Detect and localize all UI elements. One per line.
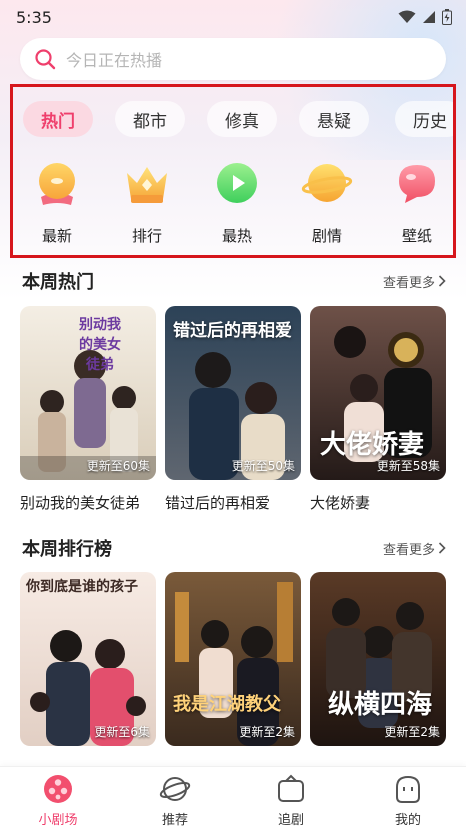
poster-title-text: 错过后的再相爱 [173, 321, 292, 341]
chevron-right-icon [438, 542, 446, 554]
status-time: 5:35 [16, 7, 52, 27]
search-placeholder: 今日正在热播 [66, 51, 163, 70]
drama-card[interactable]: 错过后的再相爱 更新至50集 错过后的再相爱 [165, 306, 301, 513]
drama-title: 大佬娇妻 [310, 494, 371, 512]
wifi-icon [398, 10, 416, 23]
tab-city[interactable]: 都市 [115, 101, 185, 137]
category-label: 排行 [131, 227, 162, 245]
category-label: 剧情 [311, 227, 342, 245]
tab-mystery[interactable]: 悬疑 [299, 101, 369, 137]
search-bar[interactable]: 今日正在热播 [20, 38, 446, 80]
status-icons [398, 9, 452, 25]
chevron-right-icon [438, 275, 446, 287]
play-icon [217, 163, 257, 203]
poster-title-text: 纵横四海 [328, 690, 433, 720]
category-drama[interactable]: 剧情 [292, 157, 362, 253]
nav-theater[interactable]: 小剧场 [18, 773, 98, 828]
category-shortcuts: 最新 排行 最热 剧情 壁纸 [13, 157, 453, 257]
weekly-rank-header: 本周排行榜 查看更多 [22, 535, 446, 561]
category-wallpaper[interactable]: 壁纸 [382, 157, 452, 253]
episode-badge: 更新至50集 [231, 459, 295, 473]
poster-title-text: 别动我的美女徒弟 [79, 317, 121, 373]
episode-badge: 更新至60集 [86, 459, 150, 473]
recommend-icon [159, 777, 191, 801]
tab-history[interactable]: 历史 [395, 101, 453, 137]
poster-image: 纵横四海 更新至2集 [310, 572, 446, 746]
poster-image: 错过后的再相爱 更新至50集 [165, 306, 301, 480]
crown-icon [127, 167, 167, 203]
battery-icon [442, 9, 452, 25]
drama-title: 错过后的再相爱 [165, 494, 271, 512]
episode-badge: 更新至6集 [94, 725, 150, 739]
category-label: 壁纸 [401, 227, 432, 245]
poster-title-text: 我是江湖教父 [173, 694, 281, 715]
profile-icon [396, 775, 420, 803]
nav-label: 我的 [394, 813, 421, 828]
category-newest[interactable]: 最新 [22, 157, 92, 253]
section-title: 本周热门 [22, 272, 94, 293]
nav-follow[interactable]: 追剧 [251, 773, 331, 828]
view-more-label: 查看更多 [382, 275, 435, 291]
signal-icon [423, 11, 435, 23]
category-label: 最热 [221, 227, 252, 245]
poster-image: 别动我的美女徒弟 更新至60集 [20, 306, 156, 480]
bottom-navigation: 小剧场 推荐 追剧 我的 [0, 766, 466, 830]
drama-card[interactable]: 我是江湖教父 更新至2集 [165, 572, 301, 746]
channel-panel: 热门 都市 修真 悬疑 历史 最新 排行 最热 剧情 壁纸 [10, 84, 456, 258]
nav-label: 小剧场 [38, 813, 78, 828]
theater-icon [44, 775, 72, 803]
drama-card[interactable]: 大佬娇妻 更新至58集 大佬娇妻 [310, 306, 446, 513]
planet-icon [301, 164, 353, 202]
poster-image: 我是江湖教父 更新至2集 [165, 572, 301, 746]
status-bar: 5:35 [0, 0, 466, 34]
poster-title-text: 你到底是谁的孩子 [26, 579, 138, 595]
poster-title-text: 大佬娇妻 [320, 430, 425, 460]
view-more-label: 查看更多 [382, 542, 435, 558]
drama-card[interactable]: 你到底是谁的孩子 更新至6集 [20, 572, 156, 746]
episode-badge: 更新至2集 [384, 725, 440, 739]
nav-label: 推荐 [161, 813, 188, 828]
wallpaper-icon [399, 165, 435, 203]
poster-image: 你到底是谁的孩子 更新至6集 [20, 572, 156, 746]
drama-card[interactable]: 别动我的美女徒弟 更新至60集 别动我的美女徒弟 [20, 306, 156, 513]
drama-title: 别动我的美女徒弟 [20, 494, 141, 512]
nav-label: 追剧 [277, 813, 304, 828]
episode-badge: 更新至58集 [376, 459, 440, 473]
search-icon [35, 49, 56, 70]
view-more-link[interactable]: 查看更多 [383, 539, 446, 558]
new-icon [39, 163, 75, 205]
nav-recommend[interactable]: 推荐 [135, 773, 215, 828]
category-label: 最新 [41, 227, 72, 245]
drama-card[interactable]: 纵横四海 更新至2集 [310, 572, 446, 746]
poster-image: 大佬娇妻 更新至58集 [310, 306, 446, 480]
tab-cultivation[interactable]: 修真 [207, 101, 277, 137]
tab-hot[interactable]: 热门 [23, 101, 93, 137]
category-tabs: 热门 都市 修真 悬疑 历史 [13, 101, 453, 141]
view-more-link[interactable]: 查看更多 [383, 272, 446, 291]
weekly-hot-header: 本周热门 查看更多 [22, 268, 446, 294]
section-title: 本周排行榜 [22, 539, 112, 560]
nav-profile[interactable]: 我的 [368, 773, 448, 828]
category-hottest[interactable]: 最热 [202, 157, 272, 253]
episode-badge: 更新至2集 [239, 725, 295, 739]
follow-icon [278, 774, 304, 802]
category-ranking[interactable]: 排行 [112, 157, 182, 253]
